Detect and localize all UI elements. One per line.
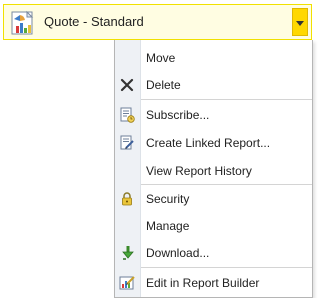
chevron-down-icon	[296, 21, 304, 26]
download-arrow-icon	[119, 245, 135, 261]
report-item[interactable]: Quote - Standard	[3, 4, 312, 40]
menu-item-create-linked-report[interactable]: Create Linked Report...	[115, 130, 312, 156]
lock-icon	[119, 191, 135, 207]
subscribe-icon	[119, 107, 135, 123]
menu-item-label: Download...	[146, 246, 210, 260]
menu-item-edit-in-report-builder[interactable]: Edit in Report Builder	[115, 270, 312, 296]
report-context-menu-screen: Quote - Standard Move Delete Subscribe..…	[0, 0, 317, 298]
menu-item-label: Subscribe...	[146, 108, 210, 122]
menu-item-security[interactable]: Security	[115, 186, 312, 212]
menu-item-view-report-history[interactable]: View Report History	[115, 158, 312, 184]
report-builder-icon	[119, 275, 135, 291]
menu-item-label: Security	[146, 192, 190, 206]
menu-item-label: Manage	[146, 219, 190, 233]
report-title[interactable]: Quote - Standard	[44, 14, 144, 29]
menu-item-label: Edit in Report Builder	[146, 276, 260, 290]
menu-separator	[141, 267, 312, 268]
linked-report-icon	[119, 135, 135, 151]
menu-item-label: Move	[146, 51, 176, 65]
menu-item-label: Create Linked Report...	[146, 136, 271, 150]
menu-item-label: View Report History	[146, 164, 252, 178]
menu-item-manage[interactable]: Manage	[115, 213, 312, 239]
menu-separator	[141, 99, 312, 100]
context-menu: Move Delete Subscribe... Create Linked R…	[114, 40, 313, 298]
menu-separator	[141, 184, 312, 185]
menu-item-download[interactable]: Download...	[115, 240, 312, 266]
report-chart-icon	[9, 9, 37, 37]
report-menu-dropdown-button[interactable]	[292, 8, 308, 36]
delete-x-icon	[119, 77, 135, 93]
menu-item-move[interactable]: Move	[115, 45, 312, 71]
menu-item-label: Delete	[146, 78, 181, 92]
menu-item-delete[interactable]: Delete	[115, 72, 312, 98]
menu-item-subscribe[interactable]: Subscribe...	[115, 102, 312, 128]
